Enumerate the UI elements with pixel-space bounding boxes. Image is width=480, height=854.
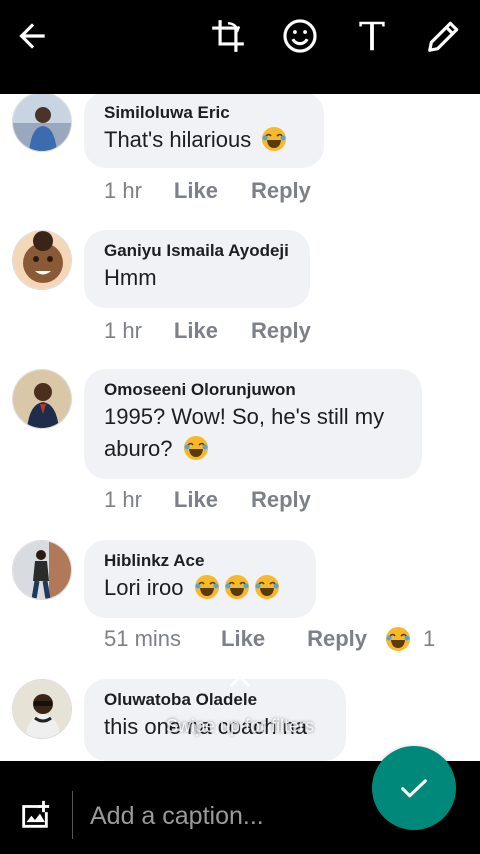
avatar <box>12 679 72 739</box>
comment-text-line-2: aburo? <box>104 436 173 461</box>
image-editor-toolbar <box>0 0 480 94</box>
comment-actions: 1 hr Like Reply <box>104 487 311 513</box>
comment-text: That's hilarious <box>104 127 252 152</box>
comment-time: 1 hr <box>104 178 142 203</box>
swipe-up-hint: Swipe up for filters <box>165 716 315 736</box>
crop-rotate-icon[interactable] <box>206 14 250 58</box>
comment-actions: 51 mins Like Reply 1 <box>104 626 435 652</box>
like-link[interactable]: Like <box>174 178 218 204</box>
comment-bubble: Similoluwa Eric That's hilarious <box>84 94 324 168</box>
comments-image: Similoluwa Eric That's hilarious 1 hr Li… <box>0 94 480 761</box>
comment-author: Ganiyu Ismaila Ayodeji <box>104 241 289 260</box>
laughing-emoji-icon <box>224 575 249 599</box>
reply-link[interactable]: Reply <box>251 178 311 204</box>
avatar <box>12 369 72 429</box>
comment-time: 51 mins <box>104 626 182 651</box>
laughing-emoji-icon <box>262 127 287 151</box>
avatar <box>12 540 72 600</box>
send-button[interactable] <box>372 746 456 830</box>
avatar <box>12 230 72 290</box>
comment-bubble: Ganiyu Ismaila Ayodeji Hmm <box>84 230 310 308</box>
comment-author: Oluwatoba Oladele <box>104 690 258 709</box>
reply-link[interactable]: Reply <box>251 318 311 344</box>
comment-author: Hiblinkz Ace <box>104 551 205 570</box>
comment-time: 1 hr <box>104 318 142 343</box>
reaction-count: 1 <box>423 626 436 651</box>
emoji-icon[interactable] <box>278 14 322 58</box>
comment-text-line-1: 1995? Wow! So, he's still my <box>104 404 385 429</box>
comment-actions: 1 hr Like Reply <box>104 178 311 204</box>
comment-bubble: Hiblinkz Ace Lori iroo <box>84 540 316 618</box>
comment-text: Lori iroo <box>104 575 184 600</box>
add-photo-icon[interactable] <box>18 798 52 832</box>
chevron-up-icon <box>230 675 250 687</box>
like-link[interactable]: Like <box>174 487 218 513</box>
comment-author: Similoluwa Eric <box>104 103 230 122</box>
comment-time: 1 hr <box>104 487 142 512</box>
checkmark-icon <box>401 779 427 798</box>
laughing-reaction-icon <box>386 627 410 651</box>
avatar <box>12 94 72 152</box>
text-icon[interactable] <box>350 14 394 58</box>
reply-link[interactable]: Reply <box>251 487 311 513</box>
like-link[interactable]: Like <box>221 626 265 652</box>
comment-bubble: Omoseeni Olorunjuwon 1995? Wow! So, he's… <box>84 369 422 479</box>
divider <box>72 791 73 839</box>
like-link[interactable]: Like <box>174 318 218 344</box>
laughing-emoji-icon <box>194 575 219 599</box>
pencil-icon[interactable] <box>422 14 466 58</box>
reply-link[interactable]: Reply <box>307 626 367 652</box>
comment-actions: 1 hr Like Reply <box>104 318 311 344</box>
caption-input[interactable] <box>90 799 340 833</box>
laughing-emoji-icon <box>183 436 208 460</box>
laughing-emoji-icon <box>254 575 279 599</box>
comment-author: Omoseeni Olorunjuwon <box>104 380 296 399</box>
back-arrow-icon[interactable] <box>10 14 54 58</box>
comment-text: Hmm <box>104 265 157 290</box>
